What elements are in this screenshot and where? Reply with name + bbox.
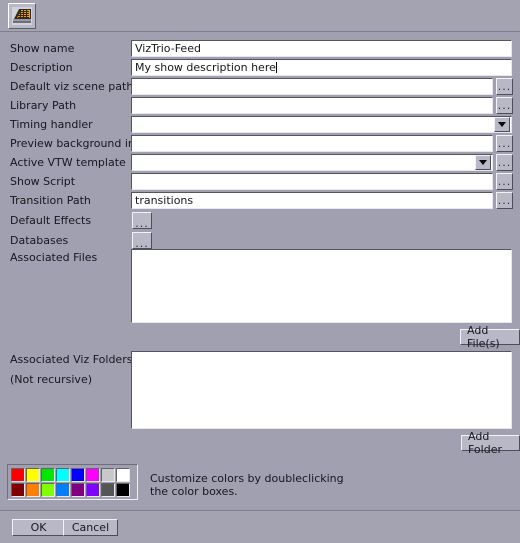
input-default-viz-scene-path[interactable]: [131, 78, 493, 95]
color-swatch[interactable]: [71, 483, 85, 497]
label-description: Description: [10, 61, 73, 74]
input-show-script[interactable]: [131, 173, 493, 190]
color-palette-row-2: [11, 483, 134, 497]
color-palette: [7, 464, 138, 500]
label-transition-path: Transition Path: [10, 194, 91, 207]
label-active-vtw-template: Active VTW template: [10, 156, 126, 169]
ok-button-label: OK: [30, 521, 47, 534]
dropdown-toggle-timing-handler[interactable]: [494, 117, 510, 132]
add-files-button[interactable]: Add File(s): [460, 324, 520, 350]
color-swatch[interactable]: [101, 483, 115, 497]
combo-active-vtw-template[interactable]: [131, 154, 493, 171]
color-swatch[interactable]: [86, 468, 100, 482]
field-row-show-name: Show name VizTrio-Feed: [0, 40, 520, 58]
cancel-button-label: Cancel: [71, 521, 110, 534]
input-show-name[interactable]: VizTrio-Feed: [131, 40, 512, 57]
field-row-active-vtw-template: Active VTW template ...: [0, 154, 520, 172]
field-row-default-viz-scene-path: Default viz scene path ...: [0, 78, 520, 96]
ellipsis-icon: ...: [135, 216, 149, 230]
add-folder-button[interactable]: Add Folder: [461, 430, 520, 456]
label-show-name: Show name: [10, 42, 75, 55]
input-transition-path[interactable]: transitions: [131, 192, 493, 209]
viz-stage-icon-button[interactable]: [8, 3, 36, 29]
input-description[interactable]: My show description here: [131, 59, 512, 76]
color-swatch[interactable]: [56, 483, 70, 497]
show-settings-dialog: Show name VizTrio-Feed Description My sh…: [0, 0, 520, 543]
color-swatch[interactable]: [11, 468, 25, 482]
browse-button-library-path[interactable]: ...: [496, 97, 513, 114]
label-library-path: Library Path: [10, 99, 77, 112]
color-swatch[interactable]: [11, 483, 25, 497]
label-show-script: Show Script: [10, 175, 76, 188]
ellipsis-icon: ...: [497, 175, 512, 188]
add-files-button-label: Add File(s): [467, 324, 500, 350]
field-row-default-effects: Default Effects ...: [0, 212, 520, 230]
listbox-associated-files[interactable]: [131, 249, 512, 323]
field-row-associated-viz-folders: Associated Viz Folders (Not recursive) A…: [0, 351, 520, 461]
color-swatch[interactable]: [86, 483, 100, 497]
label-default-effects: Default Effects: [10, 214, 92, 227]
ellipsis-icon: ...: [497, 80, 512, 93]
ellipsis-icon: ...: [135, 236, 149, 250]
field-row-databases: Databases ...: [0, 232, 520, 250]
chevron-down-icon: [498, 122, 506, 127]
color-swatch[interactable]: [116, 468, 130, 482]
browse-button-databases[interactable]: ...: [132, 232, 152, 249]
color-swatch[interactable]: [71, 468, 85, 482]
chevron-down-icon: [479, 160, 487, 165]
field-row-transition-path: Transition Path transitions ...: [0, 192, 520, 210]
input-library-path[interactable]: [131, 97, 493, 114]
palette-hint-text: Customize colors by doubleclicking the c…: [150, 472, 344, 498]
browse-button-transition-path[interactable]: ...: [496, 192, 513, 209]
label-default-viz-scene-path: Default viz scene path: [10, 80, 134, 93]
browse-button-show-script[interactable]: ...: [496, 173, 513, 190]
label-timing-handler: Timing handler: [10, 118, 93, 131]
dropdown-toggle-active-vtw-template[interactable]: [475, 155, 491, 170]
browse-button-active-vtw-template[interactable]: ...: [496, 154, 513, 171]
dialog-footer: OK Cancel: [0, 511, 520, 543]
color-swatch[interactable]: [56, 468, 70, 482]
ellipsis-icon: ...: [497, 156, 512, 169]
field-row-show-script: Show Script ...: [0, 173, 520, 191]
listbox-associated-viz-folders[interactable]: [131, 351, 512, 429]
color-swatch[interactable]: [41, 483, 55, 497]
browse-button-default-effects[interactable]: ...: [132, 212, 152, 229]
label-associated-files: Associated Files: [10, 251, 98, 264]
field-row-library-path: Library Path ...: [0, 97, 520, 115]
color-swatch[interactable]: [116, 483, 130, 497]
label-databases: Databases: [10, 234, 69, 247]
browse-button-default-viz-scene-path[interactable]: ...: [496, 78, 513, 95]
combo-timing-handler[interactable]: [131, 116, 512, 133]
viz-stage-icon: [12, 7, 32, 25]
field-row-timing-handler: Timing handler: [0, 116, 520, 134]
add-folder-button-label: Add Folder: [468, 430, 502, 456]
color-palette-row-1: [11, 468, 134, 482]
color-swatch[interactable]: [41, 468, 55, 482]
field-row-associated-files: Associated Files Add File(s): [0, 249, 520, 350]
color-swatch[interactable]: [101, 468, 115, 482]
color-swatch[interactable]: [26, 483, 40, 497]
ellipsis-icon: ...: [497, 137, 512, 150]
browse-button-preview-background-image[interactable]: ...: [496, 135, 513, 152]
field-row-description: Description My show description here: [0, 59, 520, 77]
ellipsis-icon: ...: [497, 99, 512, 112]
field-row-preview-background-image: Preview background image ...: [0, 135, 520, 153]
dialog-toolbar: [0, 0, 520, 32]
ellipsis-icon: ...: [497, 194, 512, 207]
input-preview-background-image[interactable]: [131, 135, 493, 152]
label-not-recursive: (Not recursive): [10, 373, 93, 386]
color-swatch[interactable]: [26, 468, 40, 482]
ok-button[interactable]: OK: [12, 519, 65, 536]
label-associated-viz-folders: Associated Viz Folders: [10, 353, 133, 366]
settings-form: Show name VizTrio-Feed Description My sh…: [0, 33, 520, 510]
cancel-button[interactable]: Cancel: [63, 519, 118, 536]
